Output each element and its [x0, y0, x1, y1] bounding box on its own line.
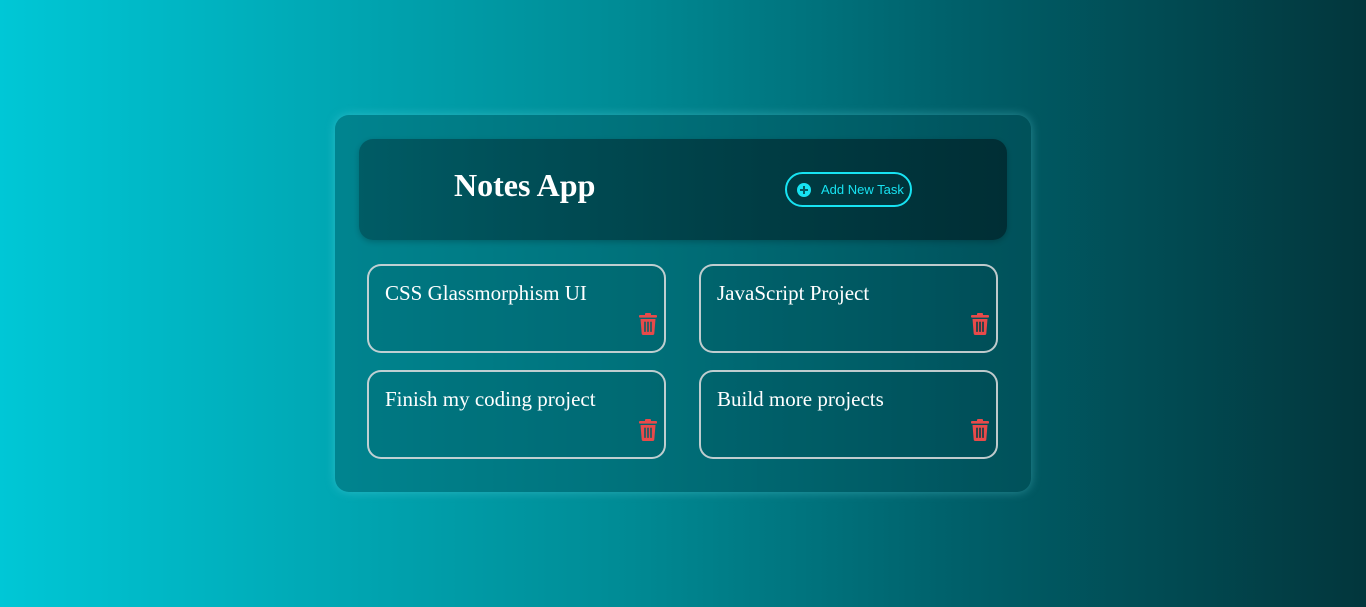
notes-app-panel: Notes App Add New Task CSS Glassmorphism…	[335, 115, 1031, 492]
note-text: Build more projects	[717, 387, 884, 411]
trash-icon[interactable]	[970, 419, 990, 441]
trash-icon[interactable]	[970, 313, 990, 335]
add-task-button[interactable]: Add New Task	[785, 172, 912, 207]
app-header: Notes App Add New Task	[359, 139, 1007, 240]
note-card[interactable]: Finish my coding project	[367, 370, 666, 459]
trash-icon[interactable]	[638, 419, 658, 441]
note-card[interactable]: Build more projects	[699, 370, 998, 459]
note-text: CSS Glassmorphism UI	[385, 281, 587, 305]
note-card[interactable]: JavaScript Project	[699, 264, 998, 353]
add-task-label: Add New Task	[821, 182, 904, 197]
note-text: JavaScript Project	[717, 281, 870, 305]
page-title: Notes App	[454, 167, 596, 203]
plus-circle-icon	[797, 182, 811, 197]
note-card[interactable]: CSS Glassmorphism UI	[367, 264, 666, 353]
trash-icon[interactable]	[638, 313, 658, 335]
note-text: Finish my coding project	[385, 387, 596, 411]
